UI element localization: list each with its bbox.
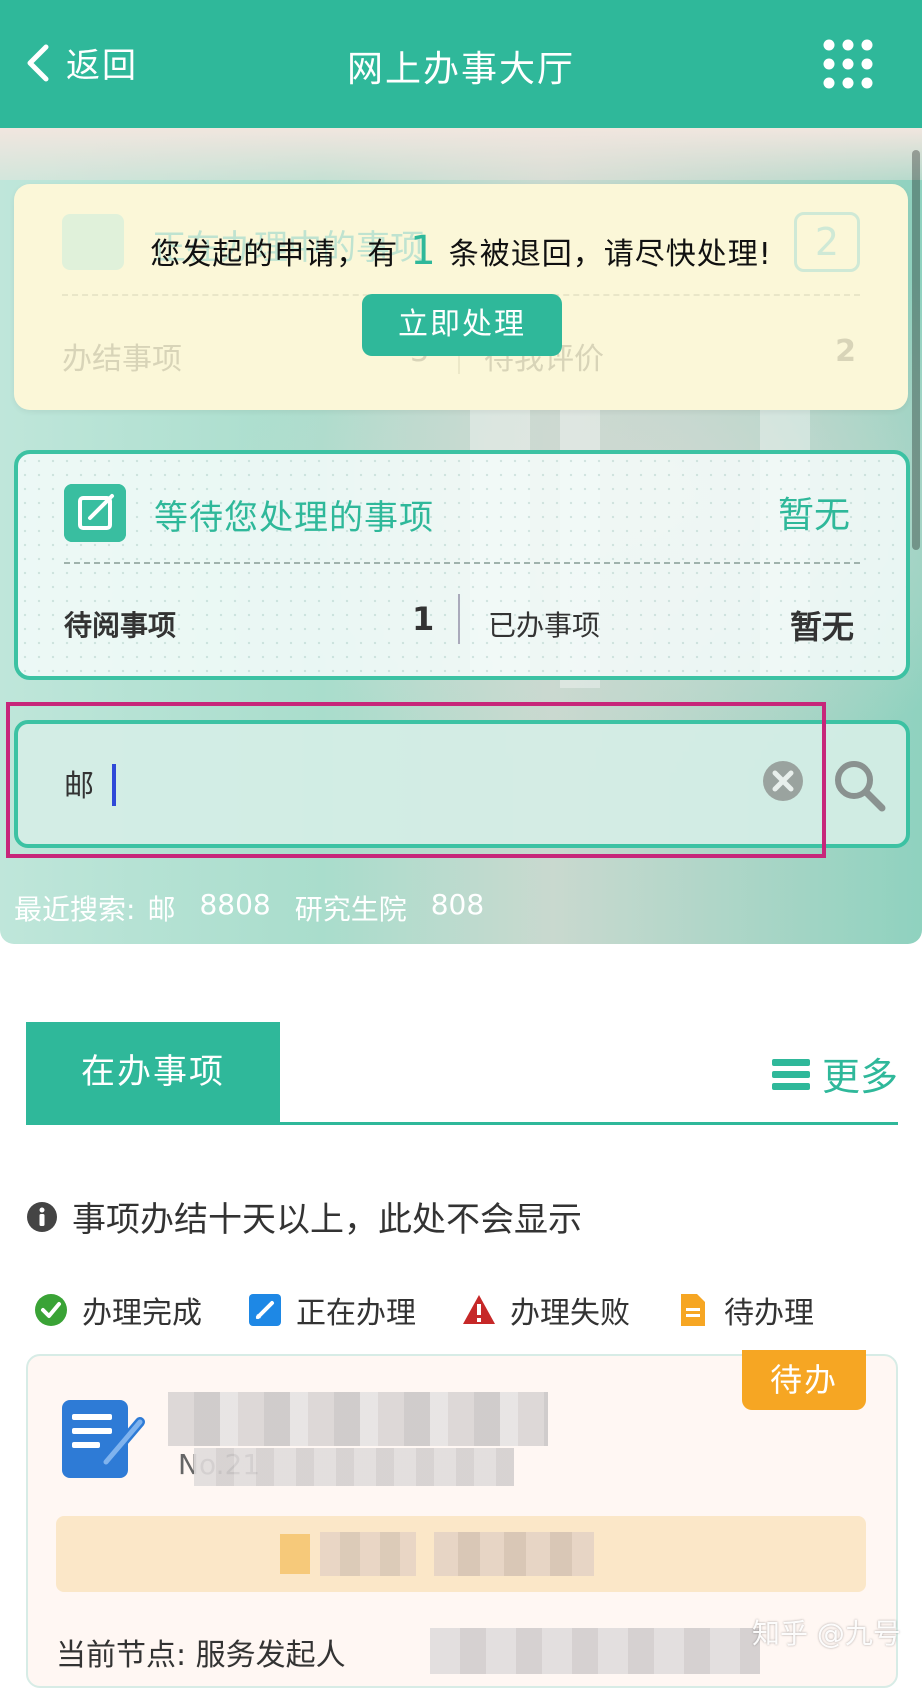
to-evaluate-count: 2 [835, 334, 856, 369]
tab-bar: 在办事项 更多 [26, 1022, 898, 1125]
info-hint: 事项办结十天以上，此处不会显示 [26, 1192, 582, 1241]
legend-item: 办理完成 [34, 1288, 202, 1332]
form-document-icon [62, 1400, 145, 1478]
returned-count: 1 [410, 228, 437, 274]
done-value[interactable]: 暂无 [790, 602, 854, 648]
watermark: 知乎 @九号 [752, 1617, 901, 1650]
recent-item[interactable]: 8808 [199, 888, 270, 928]
to-read-label[interactable]: 待阅事项 [64, 604, 176, 644]
blurred-task-number [194, 1448, 514, 1486]
check-circle-icon [35, 1294, 67, 1326]
edit-icon [64, 484, 126, 542]
pencil-square-icon [249, 1294, 281, 1326]
recent-item[interactable]: 邮 [147, 888, 175, 928]
recent-item[interactable]: 研究生院 [295, 888, 407, 928]
process-now-button[interactable]: 立即处理 [362, 294, 562, 356]
done-label[interactable]: 已办事项 [488, 604, 600, 644]
legend-item: 待办理 [676, 1288, 814, 1332]
blurred-task-title [168, 1392, 548, 1446]
document-icon [681, 1294, 705, 1326]
hint-text: 事项办结十天以上，此处不会显示 [72, 1200, 582, 1240]
app-header: 返回 网上办事大厅 [0, 0, 922, 128]
legend-label: 办理完成 [82, 1296, 202, 1331]
to-read-count[interactable]: 1 [412, 600, 434, 638]
legend-label: 正在办理 [296, 1296, 416, 1331]
more-label: 更多 [821, 1055, 898, 1099]
returned-message: 您发起的申请，有 1 条被退回，请尽快处理! [150, 228, 772, 274]
menu-icon [771, 1058, 810, 1090]
highlight-box [6, 702, 826, 858]
tab-in-progress[interactable]: 在办事项 [26, 1022, 280, 1122]
scrollbar[interactable] [912, 150, 920, 550]
pending-items-card[interactable]: 等待您处理的事项 暂无 待阅事项 1 已办事项 暂无 [14, 450, 910, 680]
app-grid-icon[interactable] [822, 38, 874, 90]
returned-notice-card: 正在办理中的事项 2 办结事项 3 待我评价 2 您发起的申请，有1条被退回，请… [14, 184, 908, 410]
task-info-bar [56, 1516, 866, 1592]
search-icon[interactable] [832, 758, 886, 812]
status-badge: 待办 [742, 1350, 866, 1410]
recent-searches: 最近搜索: 邮 8808 研究生院 808 [14, 888, 484, 928]
more-button[interactable]: 更多 [771, 1046, 898, 1101]
legend-label: 办理失败 [510, 1296, 630, 1331]
legend-label: 待办理 [724, 1296, 814, 1331]
recent-label: 最近搜索: [14, 893, 136, 926]
status-legend: 办理完成 正在办理 办理失败 待办理 [34, 1288, 860, 1332]
legend-item: 正在办理 [248, 1288, 416, 1332]
page-title: 网上办事大厅 [346, 49, 575, 90]
pending-status: 暂无 [777, 495, 850, 536]
info-icon [27, 1201, 57, 1232]
current-node: 当前节点: 服务发起人 [56, 1638, 346, 1673]
legend-item: 办理失败 [462, 1288, 630, 1332]
recent-item[interactable]: 808 [431, 888, 484, 928]
pending-title: 等待您处理的事项 [154, 498, 434, 538]
blurred-node-info [430, 1628, 760, 1674]
warning-triangle-icon [463, 1295, 495, 1324]
completed-label: 办结事项 [62, 342, 182, 377]
